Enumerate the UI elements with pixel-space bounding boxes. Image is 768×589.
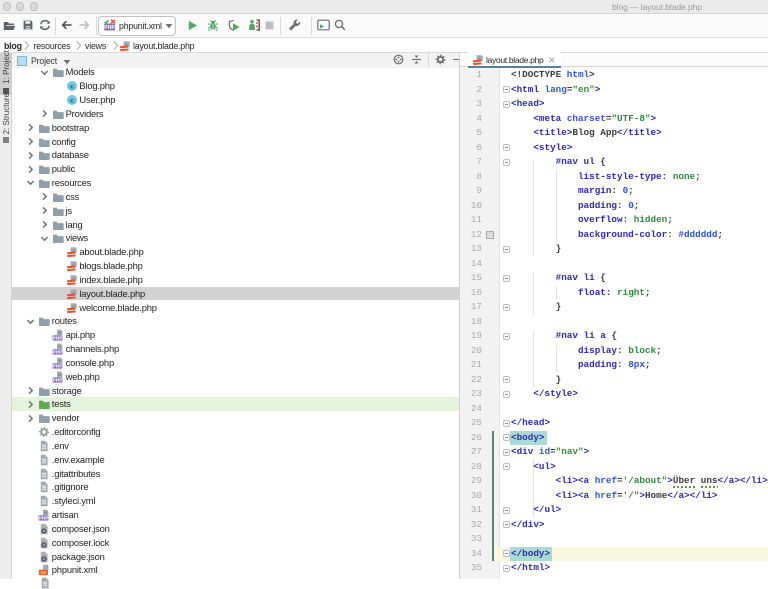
svg-text:PHP: PHP (39, 516, 50, 522)
svg-text:PHP: PHP (53, 377, 64, 383)
svg-text:PHP: PHP (53, 350, 64, 356)
svg-text:<>: <> (41, 570, 47, 576)
svg-text:c: c (70, 98, 74, 105)
svg-text:PHP: PHP (53, 336, 64, 342)
svg-text:PHP: PHP (53, 363, 64, 369)
svg-text:c: c (70, 84, 74, 91)
svg-text:PHP: PHP (104, 25, 115, 31)
